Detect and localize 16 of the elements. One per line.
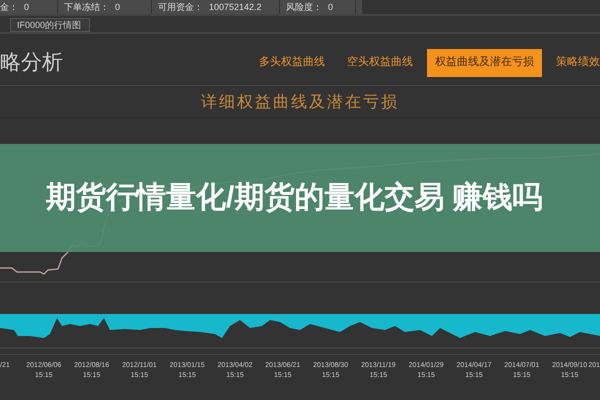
tab[interactable]: 权益曲线及潜在亏损 [427, 48, 542, 76]
field-value: 0 [328, 2, 334, 12]
field-value: 100752142.2 [209, 2, 262, 12]
field-label: 下单冻结： [64, 2, 109, 12]
chart-title: 详细权益曲线及潜在亏损 [201, 90, 399, 112]
tab[interactable]: 多头权益曲线 [251, 48, 333, 76]
field-label: 风险度： [286, 2, 322, 12]
banner-title: 期货行情量化/期货的量化交易 赚钱吗 [46, 180, 544, 216]
tab[interactable]: 策略绩效 [548, 48, 600, 76]
field-label: 可用资金： [158, 2, 203, 12]
tab[interactable]: 空头权益曲线 [339, 48, 421, 76]
field-label: 金： [0, 2, 18, 12]
field-value: 0 [24, 2, 30, 12]
document-tab[interactable]: IF0000的行情图 [10, 18, 90, 32]
field-value: 0 [115, 2, 120, 12]
page-title: 略分析 [0, 50, 63, 76]
